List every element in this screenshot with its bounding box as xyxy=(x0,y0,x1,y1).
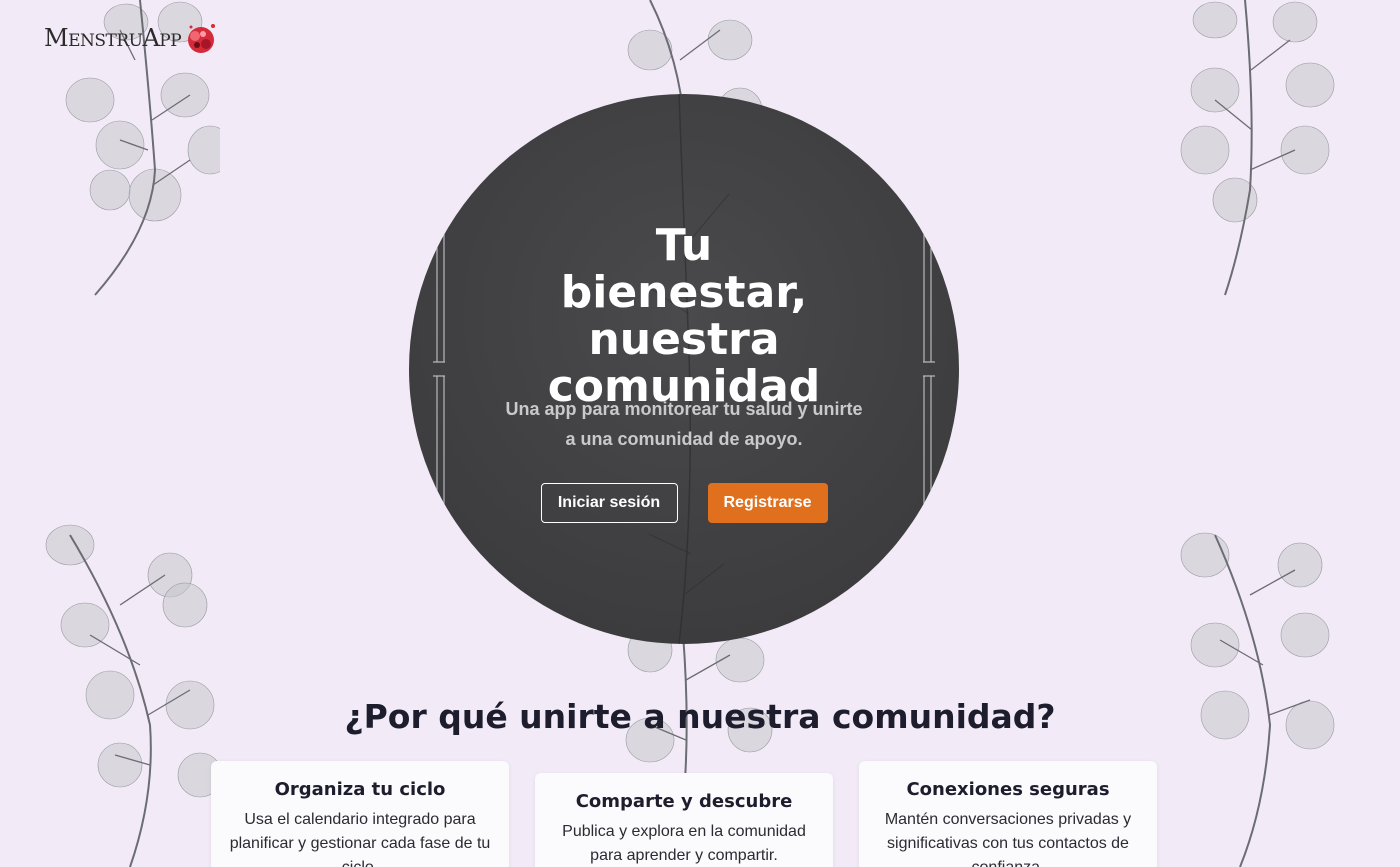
eucalyptus-branch-decoration xyxy=(45,524,220,867)
flower-icon xyxy=(188,24,216,53)
hero-subtitle: Una app para monitorear tu salud y unirt… xyxy=(505,399,863,449)
feature-card-title: Conexiones seguras xyxy=(906,779,1110,800)
app-logo[interactable]: MenstruApp xyxy=(44,20,219,56)
feature-card-text: Mantén conversaciones privadas y signifi… xyxy=(884,811,1132,867)
logo-text: MenstruApp xyxy=(44,24,182,52)
eucalyptus-branch-decoration xyxy=(1180,532,1335,867)
hero-actions: Iniciar sesión Registrarse xyxy=(409,483,959,523)
hero-title: Tu bienestar, nuestra comunidad xyxy=(547,220,821,412)
feature-card-text: Usa el calendario integrado para planifi… xyxy=(229,811,491,867)
feature-card-title: Comparte y descubre xyxy=(575,791,793,812)
register-button[interactable]: Registrarse xyxy=(707,483,828,523)
login-button[interactable]: Iniciar sesión xyxy=(540,483,678,523)
section-title: ¿Por qué unirte a nuestra comunidad? xyxy=(344,697,1056,736)
feature-card-title: Organiza tu ciclo xyxy=(274,779,446,800)
feature-card: Conexiones seguras Mantén conversaciones… xyxy=(859,761,1157,867)
feature-card-text: Publica y explora en la comunidad para a… xyxy=(562,823,806,864)
feature-card: Organiza tu ciclo Usa el calendario inte… xyxy=(211,761,509,867)
eucalyptus-branch-decoration xyxy=(1180,0,1335,296)
feature-card: Comparte y descubre Publica y explora en… xyxy=(535,773,833,867)
hero-circle: Tu bienestar, nuestra comunidad Una app … xyxy=(409,94,959,644)
